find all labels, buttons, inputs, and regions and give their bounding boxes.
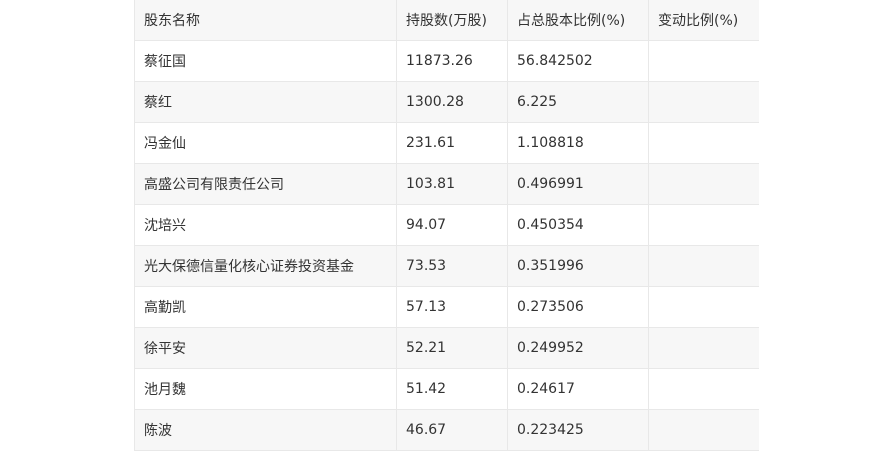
cell-shareholder-name: 蔡红 bbox=[134, 81, 397, 123]
table-row: 陈波 46.67 0.223425 bbox=[134, 409, 759, 451]
cell-shareholder-name: 池月魏 bbox=[134, 368, 397, 410]
cell-change-ratio bbox=[648, 327, 759, 369]
table-row: 高勤凯 57.13 0.273506 bbox=[134, 286, 759, 328]
cell-share-ratio: 6.225 bbox=[507, 81, 649, 123]
cell-change-ratio bbox=[648, 245, 759, 287]
cell-change-ratio bbox=[648, 204, 759, 246]
table-row: 冯金仙 231.61 1.108818 bbox=[134, 122, 759, 164]
header-share-ratio: 占总股本比例(%) bbox=[507, 0, 649, 41]
cell-share-ratio: 0.223425 bbox=[507, 409, 649, 451]
cell-change-ratio bbox=[648, 286, 759, 328]
cell-shares-held: 103.81 bbox=[396, 163, 508, 205]
cell-shares-held: 1300.28 bbox=[396, 81, 508, 123]
cell-shares-held: 46.67 bbox=[396, 409, 508, 451]
cell-shares-held: 57.13 bbox=[396, 286, 508, 328]
table-row: 池月魏 51.42 0.24617 bbox=[134, 368, 759, 410]
cell-change-ratio bbox=[648, 81, 759, 123]
cell-change-ratio bbox=[648, 368, 759, 410]
cell-shares-held: 11873.26 bbox=[396, 40, 508, 82]
cell-shareholder-name: 高盛公司有限责任公司 bbox=[134, 163, 397, 205]
shareholder-table: 股东名称 持股数(万股) 占总股本比例(%) 变动比例(%) 蔡征国 11873… bbox=[134, 0, 759, 451]
table-row: 光大保德信量化核心证券投资基金 73.53 0.351996 bbox=[134, 245, 759, 287]
header-shares-held: 持股数(万股) bbox=[396, 0, 508, 41]
header-change-ratio: 变动比例(%) bbox=[648, 0, 759, 41]
table-row: 沈培兴 94.07 0.450354 bbox=[134, 204, 759, 246]
cell-change-ratio bbox=[648, 40, 759, 82]
cell-shareholder-name: 冯金仙 bbox=[134, 122, 397, 164]
table-row: 蔡征国 11873.26 56.842502 bbox=[134, 40, 759, 82]
cell-shareholder-name: 蔡征国 bbox=[134, 40, 397, 82]
cell-shareholder-name: 徐平安 bbox=[134, 327, 397, 369]
cell-share-ratio: 0.351996 bbox=[507, 245, 649, 287]
cell-shareholder-name: 陈波 bbox=[134, 409, 397, 451]
cell-share-ratio: 0.496991 bbox=[507, 163, 649, 205]
cell-shares-held: 73.53 bbox=[396, 245, 508, 287]
table-header: 股东名称 持股数(万股) 占总股本比例(%) 变动比例(%) bbox=[134, 0, 759, 41]
cell-share-ratio: 0.450354 bbox=[507, 204, 649, 246]
table-body: 蔡征国 11873.26 56.842502 蔡红 1300.28 6.225 … bbox=[134, 40, 759, 451]
cell-shareholder-name: 高勤凯 bbox=[134, 286, 397, 328]
cell-shareholder-name: 光大保德信量化核心证券投资基金 bbox=[134, 245, 397, 287]
table-row: 徐平安 52.21 0.249952 bbox=[134, 327, 759, 369]
shareholder-table-container: 股东名称 持股数(万股) 占总股本比例(%) 变动比例(%) 蔡征国 11873… bbox=[134, 0, 759, 451]
cell-share-ratio: 1.108818 bbox=[507, 122, 649, 164]
cell-change-ratio bbox=[648, 122, 759, 164]
cell-share-ratio: 0.24617 bbox=[507, 368, 649, 410]
cell-share-ratio: 56.842502 bbox=[507, 40, 649, 82]
table-row: 高盛公司有限责任公司 103.81 0.496991 bbox=[134, 163, 759, 205]
cell-change-ratio bbox=[648, 409, 759, 451]
cell-shareholder-name: 沈培兴 bbox=[134, 204, 397, 246]
cell-change-ratio bbox=[648, 163, 759, 205]
cell-share-ratio: 0.273506 bbox=[507, 286, 649, 328]
cell-share-ratio: 0.249952 bbox=[507, 327, 649, 369]
header-row: 股东名称 持股数(万股) 占总股本比例(%) 变动比例(%) bbox=[134, 0, 759, 41]
cell-shares-held: 51.42 bbox=[396, 368, 508, 410]
table-row: 蔡红 1300.28 6.225 bbox=[134, 81, 759, 123]
cell-shares-held: 94.07 bbox=[396, 204, 508, 246]
header-shareholder-name: 股东名称 bbox=[134, 0, 397, 41]
cell-shares-held: 52.21 bbox=[396, 327, 508, 369]
cell-shares-held: 231.61 bbox=[396, 122, 508, 164]
